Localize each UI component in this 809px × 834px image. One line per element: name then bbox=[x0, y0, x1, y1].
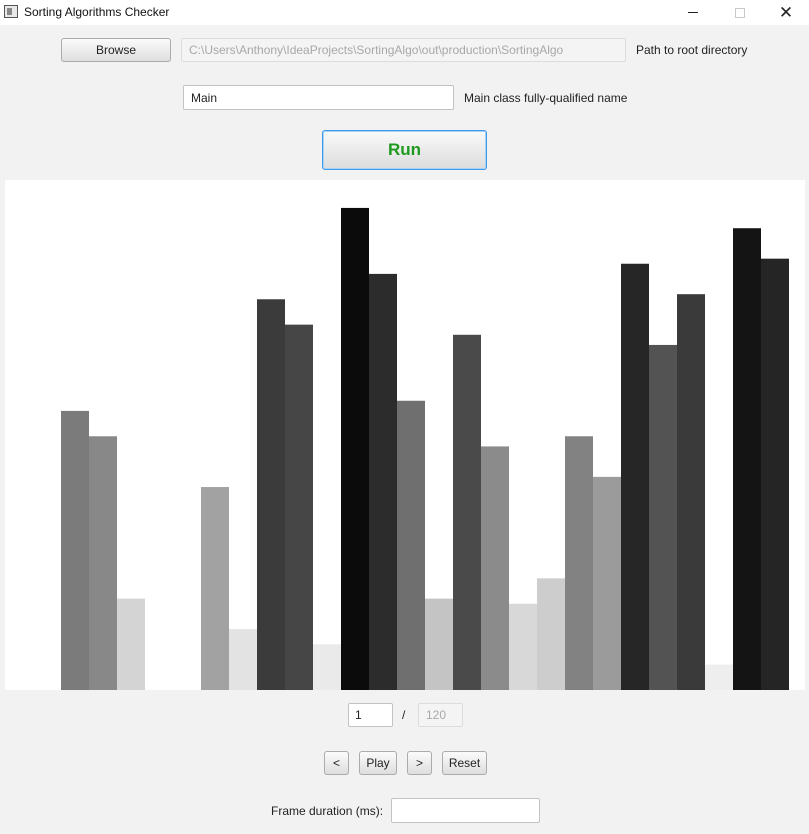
frame-index-field[interactable]: 1 bbox=[348, 703, 393, 727]
sort-bar bbox=[117, 598, 145, 690]
run-button[interactable]: Run bbox=[322, 130, 487, 170]
window-title: Sorting Algorithms Checker bbox=[24, 5, 170, 19]
sort-bar bbox=[649, 344, 677, 690]
frame-duration-label: Frame duration (ms): bbox=[271, 804, 384, 818]
prev-frame-button[interactable]: < bbox=[324, 751, 349, 775]
next-frame-button[interactable]: > bbox=[407, 751, 432, 775]
sort-bar bbox=[453, 334, 481, 690]
sort-bar bbox=[761, 258, 789, 690]
main-class-field[interactable]: Main bbox=[183, 85, 454, 110]
sort-bar bbox=[509, 603, 537, 690]
sort-bar bbox=[201, 487, 229, 690]
sort-bar bbox=[537, 578, 565, 690]
sort-bar bbox=[89, 436, 117, 690]
sort-bar bbox=[425, 598, 453, 690]
reset-button[interactable]: Reset bbox=[442, 751, 487, 775]
sort-bar bbox=[313, 644, 341, 690]
sort-bar bbox=[369, 273, 397, 690]
root-path-label: Path to root directory bbox=[636, 43, 748, 57]
main-class-label: Main class fully-qualified name bbox=[464, 91, 628, 105]
sort-bar bbox=[621, 263, 649, 690]
sort-bar bbox=[397, 400, 425, 690]
play-button[interactable]: Play bbox=[359, 751, 397, 775]
sort-bar bbox=[481, 446, 509, 690]
sort-bar bbox=[565, 436, 593, 690]
sort-bar bbox=[593, 476, 621, 690]
sort-bar bbox=[677, 294, 705, 690]
frame-separator: / bbox=[402, 708, 406, 722]
root-path-field: C:\Users\Anthony\IdeaProjects\SortingAlg… bbox=[181, 38, 626, 62]
sort-bar bbox=[61, 410, 89, 690]
bar-chart bbox=[61, 207, 789, 690]
sort-bar bbox=[229, 629, 257, 690]
browse-button[interactable]: Browse bbox=[61, 38, 171, 62]
minimize-icon[interactable] bbox=[670, 0, 716, 25]
close-icon[interactable]: ✕ bbox=[763, 0, 809, 25]
sort-bar bbox=[285, 324, 313, 690]
maximize-icon[interactable] bbox=[717, 0, 763, 25]
frame-total-field: 120 bbox=[418, 703, 463, 727]
app-icon bbox=[4, 5, 18, 18]
sort-bar bbox=[341, 207, 369, 690]
sort-visualization bbox=[5, 180, 805, 690]
sort-bar bbox=[733, 228, 761, 690]
sort-bar bbox=[705, 664, 733, 690]
sort-bar bbox=[257, 299, 285, 690]
frame-duration-field[interactable] bbox=[391, 798, 540, 823]
title-bar: Sorting Algorithms Checker ✕ bbox=[0, 0, 809, 25]
